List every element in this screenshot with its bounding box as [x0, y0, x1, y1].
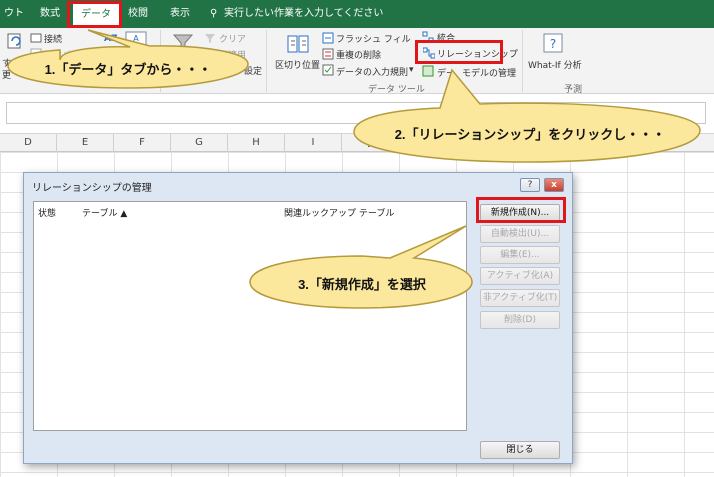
svg-text:?: ? [550, 37, 556, 51]
close-icon[interactable]: x [544, 178, 564, 192]
refresh-all-label-2: 更 [2, 71, 12, 81]
clear-filter-icon[interactable] [204, 32, 216, 44]
sort-icon[interactable]: A Z [124, 30, 148, 54]
svg-text:Z: Z [133, 43, 139, 52]
tab-review[interactable]: 校閲 [128, 0, 148, 28]
column-header[interactable]: D [0, 134, 57, 152]
text-to-columns-label[interactable]: 区切り位置 [275, 58, 320, 71]
deactivate-button[interactable]: 非アクティブ化(T) [480, 289, 560, 307]
activate-button[interactable]: アクティブ化(A) [480, 267, 560, 285]
properties-icon[interactable] [30, 48, 42, 60]
lightbulb-icon: ⚲ [210, 8, 218, 19]
column-header[interactable]: H [228, 134, 285, 152]
column-header[interactable]: I [285, 134, 342, 152]
highlight-relationships [415, 40, 503, 64]
data-validation-label[interactable]: データの入力規則 [336, 65, 408, 78]
clear-label[interactable]: クリア [219, 32, 246, 45]
ribbon-data: すべて 更 接続 プロパティ AZ A Z クリア 再適用 設定 区切り位置 フ… [0, 28, 714, 95]
text-to-columns-icon[interactable] [286, 32, 310, 56]
column-header[interactable]: F [114, 134, 171, 152]
column-header[interactable]: G [171, 134, 228, 152]
tab-view[interactable]: 表示 [170, 0, 190, 28]
what-if-label[interactable]: What-If 分析 [528, 58, 582, 71]
table-column-header[interactable]: テーブル ▲ [82, 206, 127, 219]
flash-fill-label[interactable]: フラッシュ フィル [336, 32, 411, 45]
column-header-row: D E F G H I J [0, 134, 714, 152]
highlight-data-tab [67, 1, 122, 28]
data-validation-icon[interactable] [322, 64, 334, 76]
column-header[interactable]: E [57, 134, 114, 152]
manage-data-model-label-a[interactable]: デー [437, 66, 455, 79]
advanced-label[interactable]: 設定 [244, 64, 262, 77]
related-table-column-header[interactable]: 関連ルックアップ テーブル [284, 206, 394, 219]
tab-layout[interactable]: ウト [4, 0, 24, 28]
refresh-all-icon[interactable] [6, 32, 24, 50]
formula-bar [0, 94, 714, 134]
manage-data-model-label-b[interactable]: モデルの管理 [462, 66, 516, 79]
connections-label[interactable]: 接続 [44, 32, 62, 45]
manage-data-model-icon[interactable] [422, 65, 434, 77]
reapply-icon[interactable] [204, 48, 216, 60]
delete-button[interactable]: 削除(D) [480, 311, 560, 329]
edit-button[interactable]: 編集(E)... [480, 246, 560, 264]
auto-detect-button[interactable]: 自動検出(U)... [480, 225, 560, 243]
help-button[interactable]: ? [520, 178, 540, 192]
what-if-icon[interactable]: ? [542, 32, 564, 54]
close-button[interactable]: 閉じる [480, 441, 560, 459]
status-column-header[interactable]: 状態 [38, 206, 56, 219]
remove-duplicates-icon[interactable] [322, 48, 334, 60]
relationships-list[interactable]: 状態 テーブル ▲ 関連ルックアップ テーブル [33, 201, 467, 431]
reapply-label[interactable]: 再適用 [219, 48, 246, 61]
svg-text:A: A [133, 34, 139, 43]
sort-az-icon[interactable]: AZ [104, 34, 118, 44]
dialog-title: リレーションシップの管理 [32, 183, 152, 194]
filter-icon[interactable] [172, 32, 194, 54]
formula-input[interactable] [6, 102, 706, 124]
data-validation-dropdown-icon[interactable]: ▾ [409, 65, 414, 75]
column-header[interactable]: J [342, 134, 399, 152]
tab-formulas[interactable]: 数式 [40, 0, 60, 28]
highlight-new-button [476, 197, 566, 223]
flash-fill-icon[interactable] [322, 32, 334, 44]
tell-me-box[interactable]: 実行したい作業を入力してください [224, 0, 383, 28]
connections-icon[interactable] [30, 32, 42, 44]
remove-duplicates-label[interactable]: 重複の削除 [336, 48, 381, 61]
properties-label[interactable]: プロパティ [44, 48, 88, 61]
